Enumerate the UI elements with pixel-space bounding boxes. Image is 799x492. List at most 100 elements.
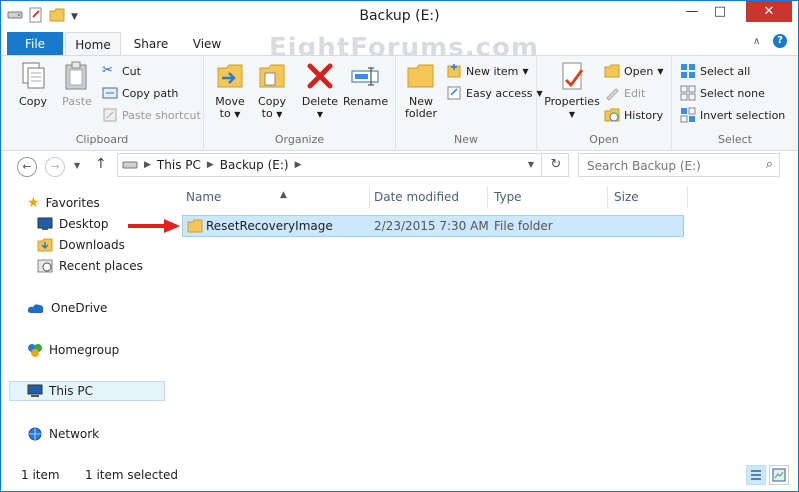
open-group-label: Open	[589, 133, 619, 146]
breadcrumb-separator-icon[interactable]: ▶	[295, 160, 302, 170]
nav-onedrive-label: OneDrive	[51, 301, 108, 315]
organize-group-label: Organize	[274, 133, 325, 146]
nav-network[interactable]: Network	[27, 424, 99, 444]
back-button[interactable]: ←	[17, 157, 37, 177]
nav-homegroup[interactable]: Homegroup	[27, 340, 119, 360]
close-button[interactable]: ✕	[746, 1, 792, 22]
paste-shortcut-button[interactable]: Paste shortcut	[102, 107, 201, 123]
tab-view[interactable]: View	[181, 32, 233, 56]
easy-access-icon	[447, 86, 461, 100]
select-all-icon	[681, 64, 695, 78]
tab-share[interactable]: Share	[125, 32, 177, 56]
nav-homegroup-label: Homegroup	[49, 343, 120, 357]
breadcrumb-separator-icon[interactable]: ▶	[144, 160, 151, 170]
column-header-date-modified[interactable]: Date modified	[368, 186, 488, 208]
column-date-label: Date modified	[374, 190, 460, 204]
edit-label: Edit	[624, 86, 646, 100]
status-selected: 1 item selected	[85, 468, 179, 482]
address-bar[interactable]: ▶ This PC ▶ Backup (E:) ▶ ▼	[117, 153, 569, 177]
minimize-ribbon-icon[interactable]: ∧	[753, 36, 760, 47]
history-button[interactable]: History	[604, 107, 663, 123]
sort-ascending-icon: ▲	[280, 190, 287, 200]
maximize-button[interactable]: □	[706, 1, 734, 22]
copy-button[interactable]: Copy	[13, 60, 53, 108]
column-header-name[interactable]: Name ▲	[180, 186, 370, 208]
paste-shortcut-label: Paste shortcut	[122, 108, 201, 122]
invert-selection-button[interactable]: Invert selection	[680, 107, 785, 123]
search-box[interactable]: ⌕	[578, 153, 780, 177]
paste-button[interactable]: Paste	[57, 60, 97, 108]
properties-label: Properties	[544, 95, 600, 108]
large-icons-view-button[interactable]	[769, 465, 789, 485]
breadcrumb-separator-icon[interactable]: ▶	[207, 160, 214, 170]
copy-to-label-2: to	[261, 107, 273, 120]
select-none-button[interactable]: Select none	[680, 85, 765, 101]
search-input[interactable]	[585, 155, 759, 177]
star-icon: ★	[27, 195, 40, 211]
nav-this-pc[interactable]: This PC	[9, 381, 165, 401]
annotation-arrow-icon	[128, 219, 180, 233]
delete-icon	[307, 63, 333, 89]
up-arrow-icon[interactable]: ↑	[95, 156, 107, 172]
open-button[interactable]: Open ▼	[604, 63, 664, 79]
move-to-label-2: to	[219, 107, 231, 120]
move-to-button[interactable]: Move to ▼	[210, 60, 250, 121]
nav-recent-places-label: Recent places	[59, 259, 143, 273]
nav-this-pc-label: This PC	[49, 384, 93, 398]
column-header-size[interactable]: Size	[608, 186, 688, 208]
help-icon[interactable]: ?	[773, 34, 787, 48]
new-folder-icon	[407, 64, 434, 88]
drive-icon	[122, 161, 138, 169]
select-all-button[interactable]: Select all	[680, 63, 750, 79]
nav-recent-places[interactable]: Recent places	[37, 256, 143, 276]
nav-onedrive[interactable]: OneDrive	[27, 298, 107, 318]
new-folder-label-2: folder	[405, 107, 437, 120]
copy-path-button[interactable]: Copy path	[102, 85, 178, 101]
cut-button[interactable]: ✂ Cut	[102, 63, 141, 79]
file-list: Name ▲ Date modified Type Size ResetReco…	[167, 183, 798, 459]
computer-icon	[27, 384, 43, 397]
delete-label: Delete	[301, 95, 339, 108]
easy-access-button[interactable]: Easy access ▼	[446, 85, 543, 101]
column-header-type[interactable]: Type	[488, 186, 608, 208]
clipboard-group: Copy Paste ✂ Cut Copy path Paste shortcu…	[1, 56, 204, 150]
nav-downloads-label: Downloads	[59, 238, 125, 252]
recent-places-icon	[37, 259, 53, 273]
edit-button[interactable]: Edit	[604, 85, 645, 101]
copy-to-button[interactable]: Copy to ▼	[252, 60, 292, 121]
recent-locations-icon[interactable]: ▼	[74, 161, 80, 170]
invert-selection-label: Invert selection	[700, 108, 786, 122]
paste-shortcut-icon	[103, 108, 117, 122]
copy-path-icon	[102, 87, 118, 99]
forward-button[interactable]: →	[45, 157, 65, 177]
minimize-button[interactable]: —	[678, 1, 706, 22]
details-view-icon	[751, 470, 761, 480]
table-row[interactable]: ResetRecoveryImage 2/23/2015 7:30 AM Fil…	[182, 215, 684, 237]
select-none-icon	[680, 85, 696, 101]
edit-icon	[606, 88, 619, 101]
search-icon[interactable]: ⌕	[766, 157, 773, 172]
new-item-button[interactable]: New item ▼	[446, 63, 529, 79]
copy-path-label: Copy path	[122, 86, 179, 100]
new-folder-button[interactable]: New folder	[400, 60, 442, 120]
move-to-icon	[217, 64, 243, 88]
address-dropdown-icon[interactable]: ▼	[528, 160, 534, 169]
details-view-button[interactable]	[746, 465, 766, 485]
refresh-button[interactable]: ↻	[541, 153, 570, 177]
nav-favorites[interactable]: ★ Favorites	[27, 193, 100, 213]
new-group-label: New	[454, 133, 478, 146]
tab-file[interactable]: File	[7, 32, 63, 56]
tab-home[interactable]: Home	[65, 32, 121, 56]
navigation-bar: ← → ▼ ↑ ▶ This PC ▶ Backup (E:) ▶ ▼ ↻ ⌕	[1, 149, 798, 183]
nav-desktop[interactable]: Desktop	[37, 214, 109, 234]
copy-icon	[22, 62, 45, 89]
properties-button[interactable]: Properties ▼	[543, 60, 601, 121]
onedrive-icon	[27, 304, 44, 313]
breadcrumb-this-pc[interactable]: This PC	[157, 158, 201, 172]
breadcrumb-backup[interactable]: Backup (E:)	[220, 158, 289, 172]
easy-access-label: Easy access	[466, 86, 533, 100]
nav-downloads[interactable]: Downloads	[37, 235, 125, 255]
title-bar: ▼ Backup (E:) — □ ✕	[1, 1, 798, 31]
delete-button[interactable]: Delete ▼	[300, 60, 340, 121]
rename-button[interactable]: Rename	[343, 60, 388, 108]
